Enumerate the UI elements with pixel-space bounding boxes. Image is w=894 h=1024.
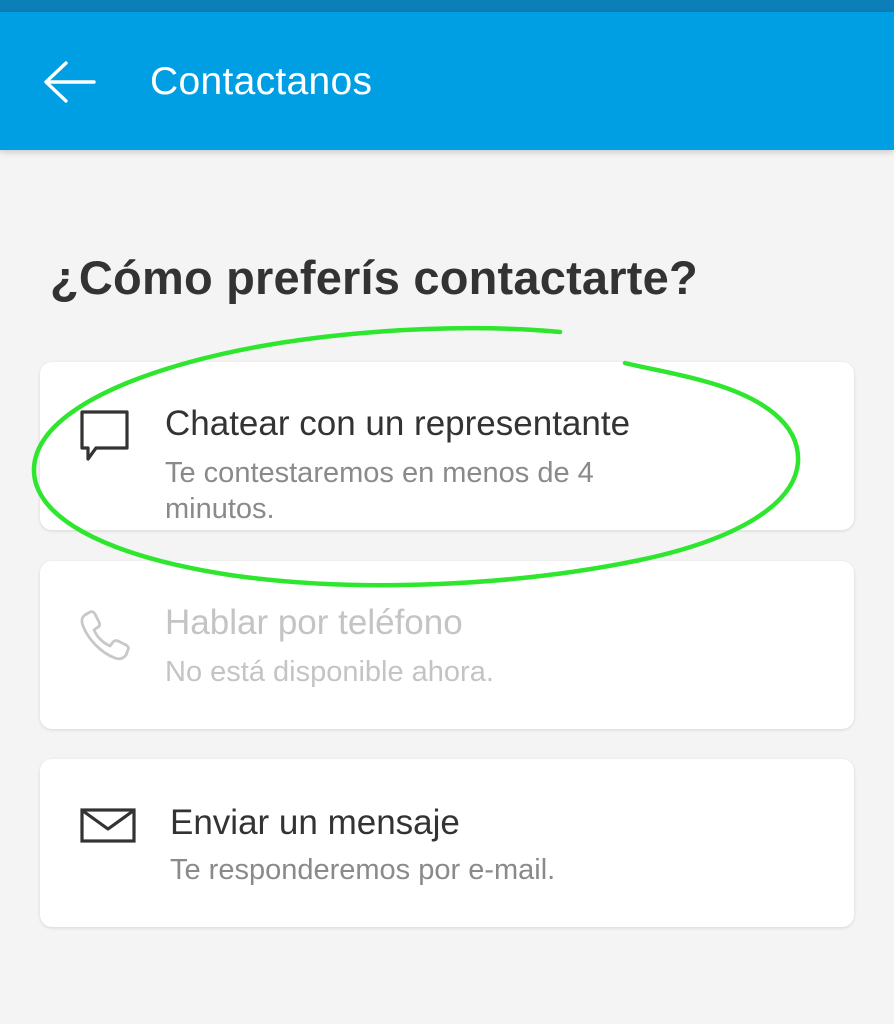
message-option-subtitle: Te responderemos por e-mail.: [170, 854, 556, 886]
page-title: Contactanos: [150, 60, 373, 103]
phone-option-title: Hablar por teléfono: [165, 603, 463, 642]
app-bar: Contactanos: [0, 12, 894, 150]
contact-question-heading: ¿Cómo preferís contactarte?: [50, 251, 698, 304]
chat-option-title: Chatear con un representante: [165, 404, 631, 443]
status-bar: [0, 0, 894, 12]
message-option-card[interactable]: Enviar un mensaje Te responderemos por e…: [40, 759, 854, 927]
chat-option-subtitle: Te contestaremos en menos de 4 minutos.: [165, 457, 594, 525]
chat-option-card[interactable]: Chatear con un representante Te contesta…: [40, 362, 854, 530]
message-option-title: Enviar un mensaje: [170, 803, 460, 842]
back-button[interactable]: [38, 56, 100, 108]
chat-bubble-icon: [80, 410, 129, 461]
envelope-icon: [80, 808, 136, 843]
phone-option-subtitle: No está disponible ahora.: [165, 656, 494, 688]
arrow-left-icon: [44, 61, 96, 103]
phone-icon: [80, 610, 130, 661]
phone-option-card: Hablar por teléfono No está disponible a…: [40, 561, 854, 729]
